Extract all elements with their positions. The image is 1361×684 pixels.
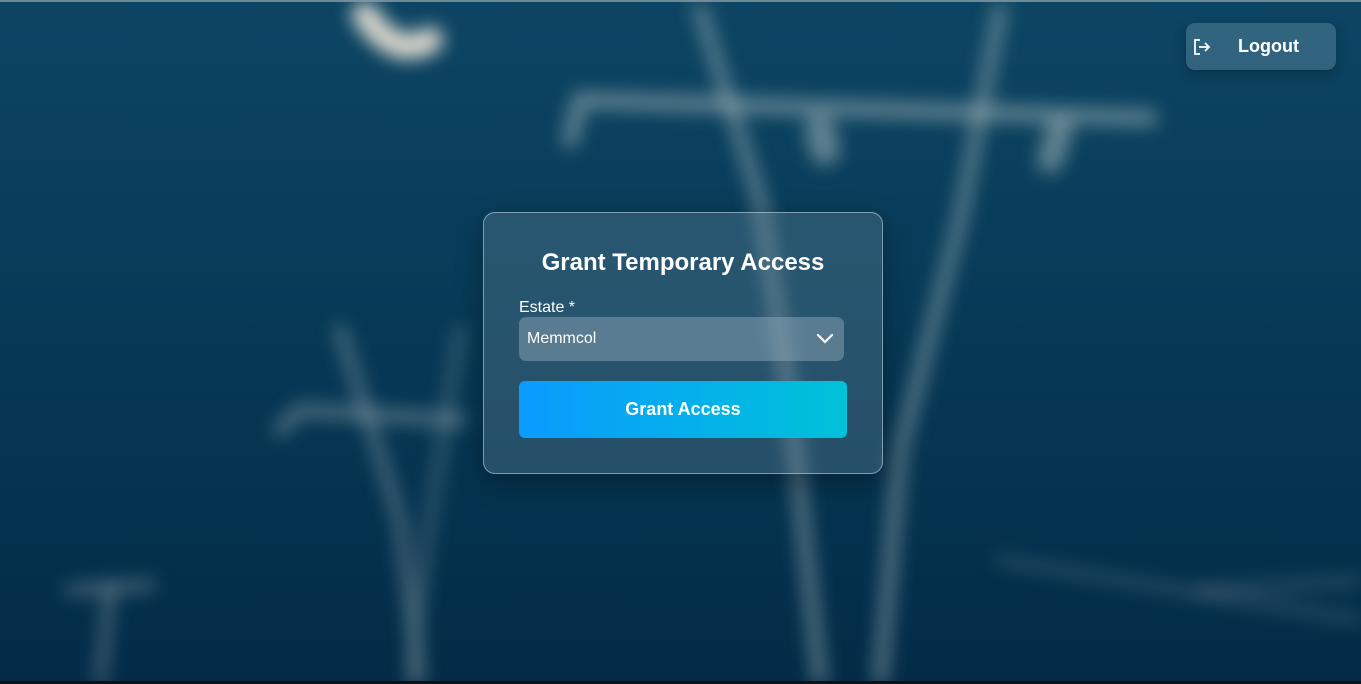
page-background: Logout Grant Temporary Access Estate * M…	[0, 0, 1361, 684]
grant-access-button[interactable]: Grant Access	[519, 381, 847, 438]
logout-button[interactable]: Logout	[1186, 23, 1336, 70]
grant-access-card: Grant Temporary Access Estate * Memmcol …	[483, 212, 883, 474]
logout-label: Logout	[1238, 36, 1299, 56]
logout-icon	[1194, 39, 1211, 55]
chevron-down-icon	[816, 333, 834, 344]
card-title: Grant Temporary Access	[541, 249, 825, 276]
top-border	[0, 0, 1361, 2]
estate-select[interactable]: Memmcol	[519, 317, 844, 361]
estate-selected-value: Memmcol	[527, 330, 597, 347]
estate-label: Estate *	[519, 299, 576, 316]
